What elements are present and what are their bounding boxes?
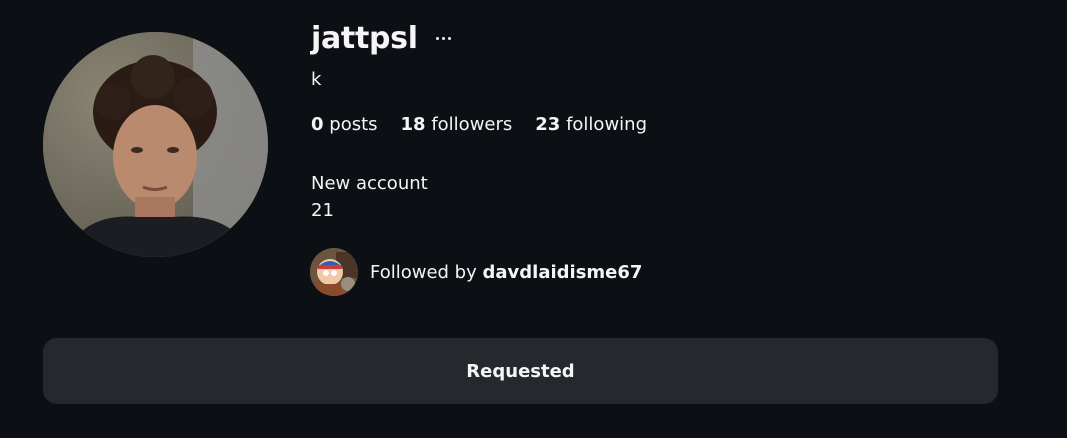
posts-label: posts xyxy=(329,114,378,135)
posts-count: 0 xyxy=(311,114,324,135)
followers-count: 18 xyxy=(400,114,426,135)
bio-line: 21 xyxy=(311,200,334,221)
followed-by[interactable]: Followed by davdlaidisme67 xyxy=(310,248,642,296)
profile-bio: New account 21 xyxy=(311,170,428,224)
followed-by-text: Followed by davdlaidisme67 xyxy=(370,262,642,283)
posts-stat: 0 posts xyxy=(311,113,378,137)
mutual-follower-photo xyxy=(310,248,358,296)
profile-full-name: k xyxy=(311,69,322,90)
dot xyxy=(441,36,445,40)
dot xyxy=(435,36,439,40)
followed-by-prefix: Followed by xyxy=(370,261,477,283)
followed-by-username[interactable]: davdlaidisme67 xyxy=(483,262,643,283)
profile-photo xyxy=(43,32,268,257)
following-count: 23 xyxy=(535,114,561,135)
requested-button[interactable]: Requested xyxy=(43,338,998,404)
dot xyxy=(447,36,451,40)
following-stat[interactable]: 23 following xyxy=(535,113,647,137)
profile-page: jattpsl k 0 posts 18 followers 23 follow… xyxy=(0,0,1067,438)
more-options-icon[interactable] xyxy=(431,26,455,50)
profile-avatar[interactable] xyxy=(43,32,268,257)
followers-stat[interactable]: 18 followers xyxy=(401,113,513,137)
profile-stats: 0 posts 18 followers 23 following xyxy=(311,113,670,137)
mutual-follower-avatar xyxy=(310,248,358,296)
followers-label: followers xyxy=(431,114,513,135)
bio-line: New account xyxy=(311,173,428,194)
profile-username: jattpsl xyxy=(311,21,418,56)
following-label: following xyxy=(566,114,647,135)
